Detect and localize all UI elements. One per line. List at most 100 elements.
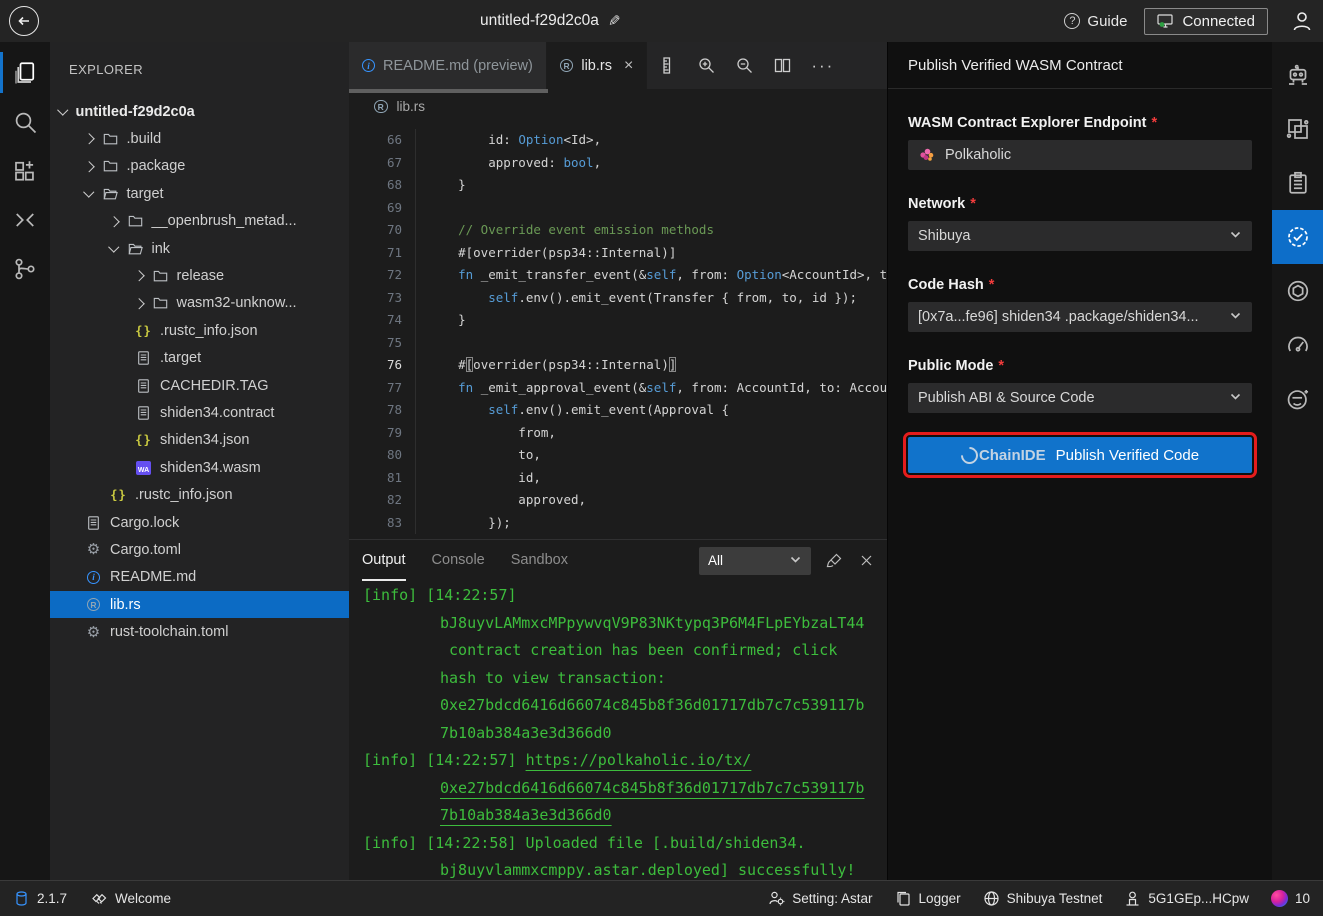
tree-item-shiden34-wasm[interactable]: WAshiden34.wasm — [50, 454, 349, 481]
main-area: EXPLORER untitled-f29d2c0a.build.package… — [0, 42, 1323, 880]
tab-output[interactable]: Output — [362, 540, 406, 581]
tree-item-lib-rs[interactable]: Rlib.rs — [50, 591, 349, 618]
transaction-link[interactable]: https://polkaholic.io/tx/ — [526, 751, 752, 769]
files-icon[interactable] — [0, 48, 50, 97]
line-number: 79 — [349, 422, 415, 445]
publish-panel: Publish Verified WASM Contract WASM Cont… — [887, 42, 1272, 880]
code-text — [415, 197, 887, 220]
zoom-out-icon[interactable] — [735, 56, 754, 75]
tree-item-rustc-info-json[interactable]: {}.rustc_info.json — [50, 317, 349, 344]
handshake-icon — [91, 890, 108, 907]
line-number: 66 — [349, 129, 415, 152]
split-editor-icon[interactable] — [773, 56, 792, 75]
robot-icon[interactable] — [1272, 48, 1323, 102]
code-line: 69 — [349, 197, 887, 220]
left-activity-bar — [0, 42, 50, 880]
tree-item-cachedir-tag[interactable]: CACHEDIR.TAG — [50, 372, 349, 399]
close-panel-icon[interactable] — [858, 552, 875, 569]
plugins-icon[interactable] — [0, 146, 50, 195]
setting-indicator[interactable]: Setting: Astar — [768, 890, 872, 907]
tree-item-cargo-toml[interactable]: ⚙Cargo.toml — [50, 536, 349, 563]
balance-indicator[interactable]: 10 — [1271, 890, 1310, 907]
transaction-link[interactable]: 7b10ab384a3e3d366d0 — [440, 806, 612, 824]
output-line: 0xe27bdcd6416d66074c845b8f36d01717db7c7c… — [363, 692, 887, 720]
network-select[interactable]: Shibuya — [908, 221, 1252, 251]
code-line: 80 to, — [349, 444, 887, 467]
collapse-icon[interactable] — [0, 195, 50, 244]
title-bar: untitled-f29d2c0a ✎ ? Guide Connected — [0, 0, 1323, 42]
tree-item-rust-toolchain-toml[interactable]: ⚙rust-toolchain.toml — [50, 618, 349, 645]
clear-log-icon[interactable] — [826, 552, 843, 569]
chainide-logo: ChainIDE — [961, 447, 1046, 464]
tab-sandbox[interactable]: Sandbox — [511, 540, 568, 581]
breadcrumb-bar: R lib.rs — [349, 89, 887, 124]
code-line: 77 fn _emit_approval_event(&self, from: … — [349, 377, 887, 400]
tree-item-readme-md[interactable]: iREADME.md — [50, 564, 349, 591]
tree-item-cargo-lock[interactable]: Cargo.lock — [50, 509, 349, 536]
zoom-in-icon[interactable] — [697, 56, 716, 75]
line-number: 67 — [349, 152, 415, 175]
logs-icon — [895, 890, 912, 907]
tree-item-ink[interactable]: ink — [50, 235, 349, 262]
tree-item-release[interactable]: release — [50, 262, 349, 289]
source-control-icon[interactable] — [0, 244, 50, 293]
tab-console[interactable]: Console — [432, 540, 485, 581]
verified-icon[interactable] — [1272, 210, 1323, 264]
tree-item-build[interactable]: .build — [50, 125, 349, 152]
version-indicator[interactable]: 2.1.7 — [13, 890, 67, 907]
search-icon[interactable] — [0, 97, 50, 146]
tree-item-untitled-f29d2c0a[interactable]: untitled-f29d2c0a — [50, 98, 349, 125]
app-window: untitled-f29d2c0a ✎ ? Guide Connected — [0, 0, 1323, 916]
line-number: 68 — [349, 174, 415, 197]
fun-icon[interactable] — [1272, 372, 1323, 426]
network-label: Network* — [908, 196, 1252, 212]
user-icon[interactable] — [1289, 8, 1315, 34]
tab-scrollbar[interactable] — [349, 89, 548, 93]
code-editor[interactable]: 66 id: Option<Id>,67 approved: bool,68 }… — [349, 124, 887, 539]
back-button[interactable] — [9, 6, 39, 36]
explorer-sidebar: EXPLORER untitled-f29d2c0a.build.package… — [50, 42, 349, 880]
tree-item-target[interactable]: .target — [50, 345, 349, 372]
scan-icon[interactable] — [1272, 102, 1323, 156]
account-indicator[interactable]: 5G1GEp...HCpw — [1124, 890, 1249, 907]
endpoint-input[interactable]: Polkaholic — [908, 140, 1252, 170]
code-line: 78 self.env().emit_event(Approval { — [349, 399, 887, 422]
welcome-button[interactable]: Welcome — [91, 890, 171, 907]
tree-item-shiden34-contract[interactable]: shiden34.contract — [50, 399, 349, 426]
openai-icon[interactable] — [1272, 264, 1323, 318]
code-hash-select[interactable]: [0x7a...fe96] shiden34 .package/shiden34… — [908, 302, 1252, 332]
tab-readme[interactable]: i README.md (preview) — [349, 42, 547, 89]
transaction-link[interactable]: 0xe27bdcd6416d66074c845b8f36d01717db7c7c… — [440, 779, 864, 797]
public-mode-select[interactable]: Publish ABI & Source Code — [908, 383, 1252, 413]
rename-icon[interactable]: ✎ — [608, 12, 621, 30]
tree-item-rustc-info-json[interactable]: {}.rustc_info.json — [50, 481, 349, 508]
code-text: approved: bool, — [415, 152, 887, 175]
code-line: 74 } — [349, 309, 887, 332]
code-text: approved, — [415, 489, 887, 512]
polkadot-icon — [1271, 890, 1288, 907]
tree-item-package[interactable]: .package — [50, 153, 349, 180]
code-text: }); — [415, 512, 887, 535]
code-text: id, — [415, 467, 887, 490]
clipboard-icon[interactable] — [1272, 156, 1323, 210]
tree-item-target[interactable]: target — [50, 180, 349, 207]
network-indicator[interactable]: Shibuya Testnet — [983, 890, 1103, 907]
tree-item-shiden34-json[interactable]: {}shiden34.json — [50, 427, 349, 454]
publish-verified-code-button[interactable]: ChainIDE Publish Verified Code — [908, 437, 1252, 473]
ruler-icon[interactable] — [659, 56, 678, 75]
tab-librs[interactable]: R lib.rs × — [547, 42, 647, 89]
log-filter-select[interactable]: All — [699, 547, 811, 575]
more-actions-icon[interactable]: ··· — [811, 56, 834, 76]
code-text: from, — [415, 422, 887, 445]
required-asterisk: * — [989, 277, 995, 293]
logger-button[interactable]: Logger — [895, 890, 961, 907]
database-icon — [13, 890, 30, 907]
tree-item-openbrush-metad[interactable]: __openbrush_metad... — [50, 208, 349, 235]
gauge-icon[interactable] — [1272, 318, 1323, 372]
chevron-down-icon — [1229, 390, 1242, 407]
connected-button[interactable]: Connected — [1144, 8, 1268, 35]
connected-label: Connected — [1182, 13, 1255, 30]
tree-item-wasm32-unknow[interactable]: wasm32-unknow... — [50, 290, 349, 317]
guide-button[interactable]: ? Guide — [1064, 13, 1127, 30]
close-tab-icon[interactable]: × — [624, 57, 633, 75]
